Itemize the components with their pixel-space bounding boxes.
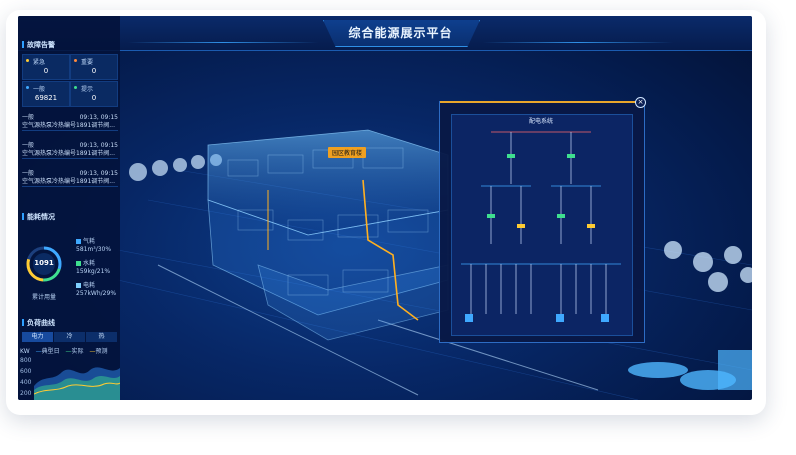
- tab-cold[interactable]: 冷: [54, 332, 85, 342]
- energy-item-electric: 电耗 257kWh/29%: [76, 282, 116, 298]
- dashboard-screen: 园区教育楼 综合能源展示平台 故障告警 紧急 0 重要 0 一般 69821 提…: [18, 16, 752, 400]
- log-text: 空气源热泵冷热编号1891调节阀...: [22, 150, 115, 157]
- notice-dot-icon: [74, 86, 77, 89]
- alarm-counter-value: 0: [91, 94, 97, 102]
- curve-section-title: 负荷曲线: [22, 318, 55, 328]
- building-label-tag[interactable]: 园区教育楼: [328, 147, 367, 158]
- log-level: 一般: [22, 170, 35, 177]
- log-level: 一般: [22, 114, 35, 121]
- title-deco-right: [483, 42, 673, 43]
- alarm-counter-label: 一般: [33, 86, 46, 93]
- popup-accent-bar: [440, 101, 644, 103]
- y-tick: 400: [20, 379, 32, 386]
- alarm-log-item[interactable]: 一般 09:13, 09:15 空气源热泵冷热编号1891调节阀...: [22, 170, 118, 187]
- legend-forecast: 预测: [95, 348, 108, 355]
- energy-item-value: 159kg/21%: [76, 268, 111, 275]
- log-time: 09:13, 09:15: [79, 114, 118, 121]
- energy-item-value: 257kWh/29%: [76, 290, 117, 297]
- log-text: 空气源热泵冷热编号1891调节阀...: [22, 122, 115, 129]
- log-level: 一般: [22, 142, 35, 149]
- alarm-counter-notice[interactable]: 提示 0: [70, 81, 118, 107]
- log-text: 空气源热泵冷热编号1891调节阀...: [22, 178, 115, 185]
- urgent-dot-icon: [26, 59, 29, 62]
- alarm-counter-general[interactable]: 一般 69821: [22, 81, 70, 107]
- energy-section-title: 能耗情况: [22, 212, 55, 222]
- energy-item-name: 电耗: [83, 282, 96, 289]
- log-time: 09:13, 09:15: [79, 170, 118, 177]
- alarm-counter-important[interactable]: 重要 0: [70, 54, 118, 80]
- energy-item-water: 水耗 159kg/21%: [76, 260, 110, 276]
- alarm-counter-label: 重要: [81, 59, 94, 66]
- close-icon[interactable]: ×: [635, 97, 646, 108]
- alarm-section-title: 故障告警: [22, 40, 55, 50]
- alarm-counter-value: 0: [43, 67, 49, 75]
- alarm-counter-value: 69821: [34, 94, 58, 102]
- energy-item-name: 水耗: [83, 260, 96, 267]
- alarm-log-item[interactable]: 一般 09:13, 09:15 空气源热泵冷热编号1891调节阀...: [22, 114, 118, 131]
- alarm-counter-urgent[interactable]: 紧急 0: [22, 54, 70, 80]
- energy-item-gas: 气耗 581m³/30%: [76, 238, 111, 254]
- single-line-diagram: [461, 131, 621, 322]
- gas-square-icon: [76, 239, 81, 244]
- curve-legend: KW —典型日 —实际 —预测: [20, 346, 107, 355]
- trees-right: [664, 241, 752, 292]
- y-tick: 600: [20, 368, 32, 375]
- load-curve-chart: [34, 367, 120, 400]
- gauge-label: 累计用量: [31, 294, 56, 301]
- legend-typical: 典型日: [41, 348, 60, 355]
- tab-electric[interactable]: 电力: [22, 332, 53, 342]
- water-square-icon: [76, 261, 81, 266]
- alarm-counter-label: 紧急: [33, 59, 46, 66]
- title-deco-left: [128, 42, 318, 43]
- log-time: 09:13, 09:15: [79, 142, 118, 149]
- important-dot-icon: [74, 59, 77, 62]
- energy-item-name: 气耗: [83, 238, 96, 245]
- legend-actual: 实际: [71, 348, 84, 355]
- alarm-counter-label: 提示: [81, 86, 94, 93]
- building-3d-view[interactable]: [118, 50, 752, 400]
- alarm-counter-value: 0: [91, 67, 97, 75]
- y-tick: 800: [20, 357, 32, 364]
- curve-tabs: 电力 冷 热: [22, 332, 118, 342]
- general-dot-icon: [26, 86, 29, 89]
- page-title: 综合能源展示平台: [348, 26, 453, 40]
- electric-square-icon: [76, 283, 81, 288]
- tab-heat[interactable]: 热: [86, 332, 117, 342]
- curve-unit: KW: [20, 348, 30, 355]
- alarm-log-item[interactable]: 一般 09:13, 09:15 空气源热泵冷热编号1891调节阀...: [22, 142, 118, 159]
- y-tick: 200: [20, 390, 32, 397]
- gauge-value: 1091: [34, 259, 54, 267]
- energy-item-value: 581m³/30%: [76, 246, 112, 253]
- water-pool: [628, 350, 752, 390]
- left-panel: 故障告警 紧急 0 重要 0 一般 69821 提示 0 一般 09:13, 09…: [18, 16, 120, 400]
